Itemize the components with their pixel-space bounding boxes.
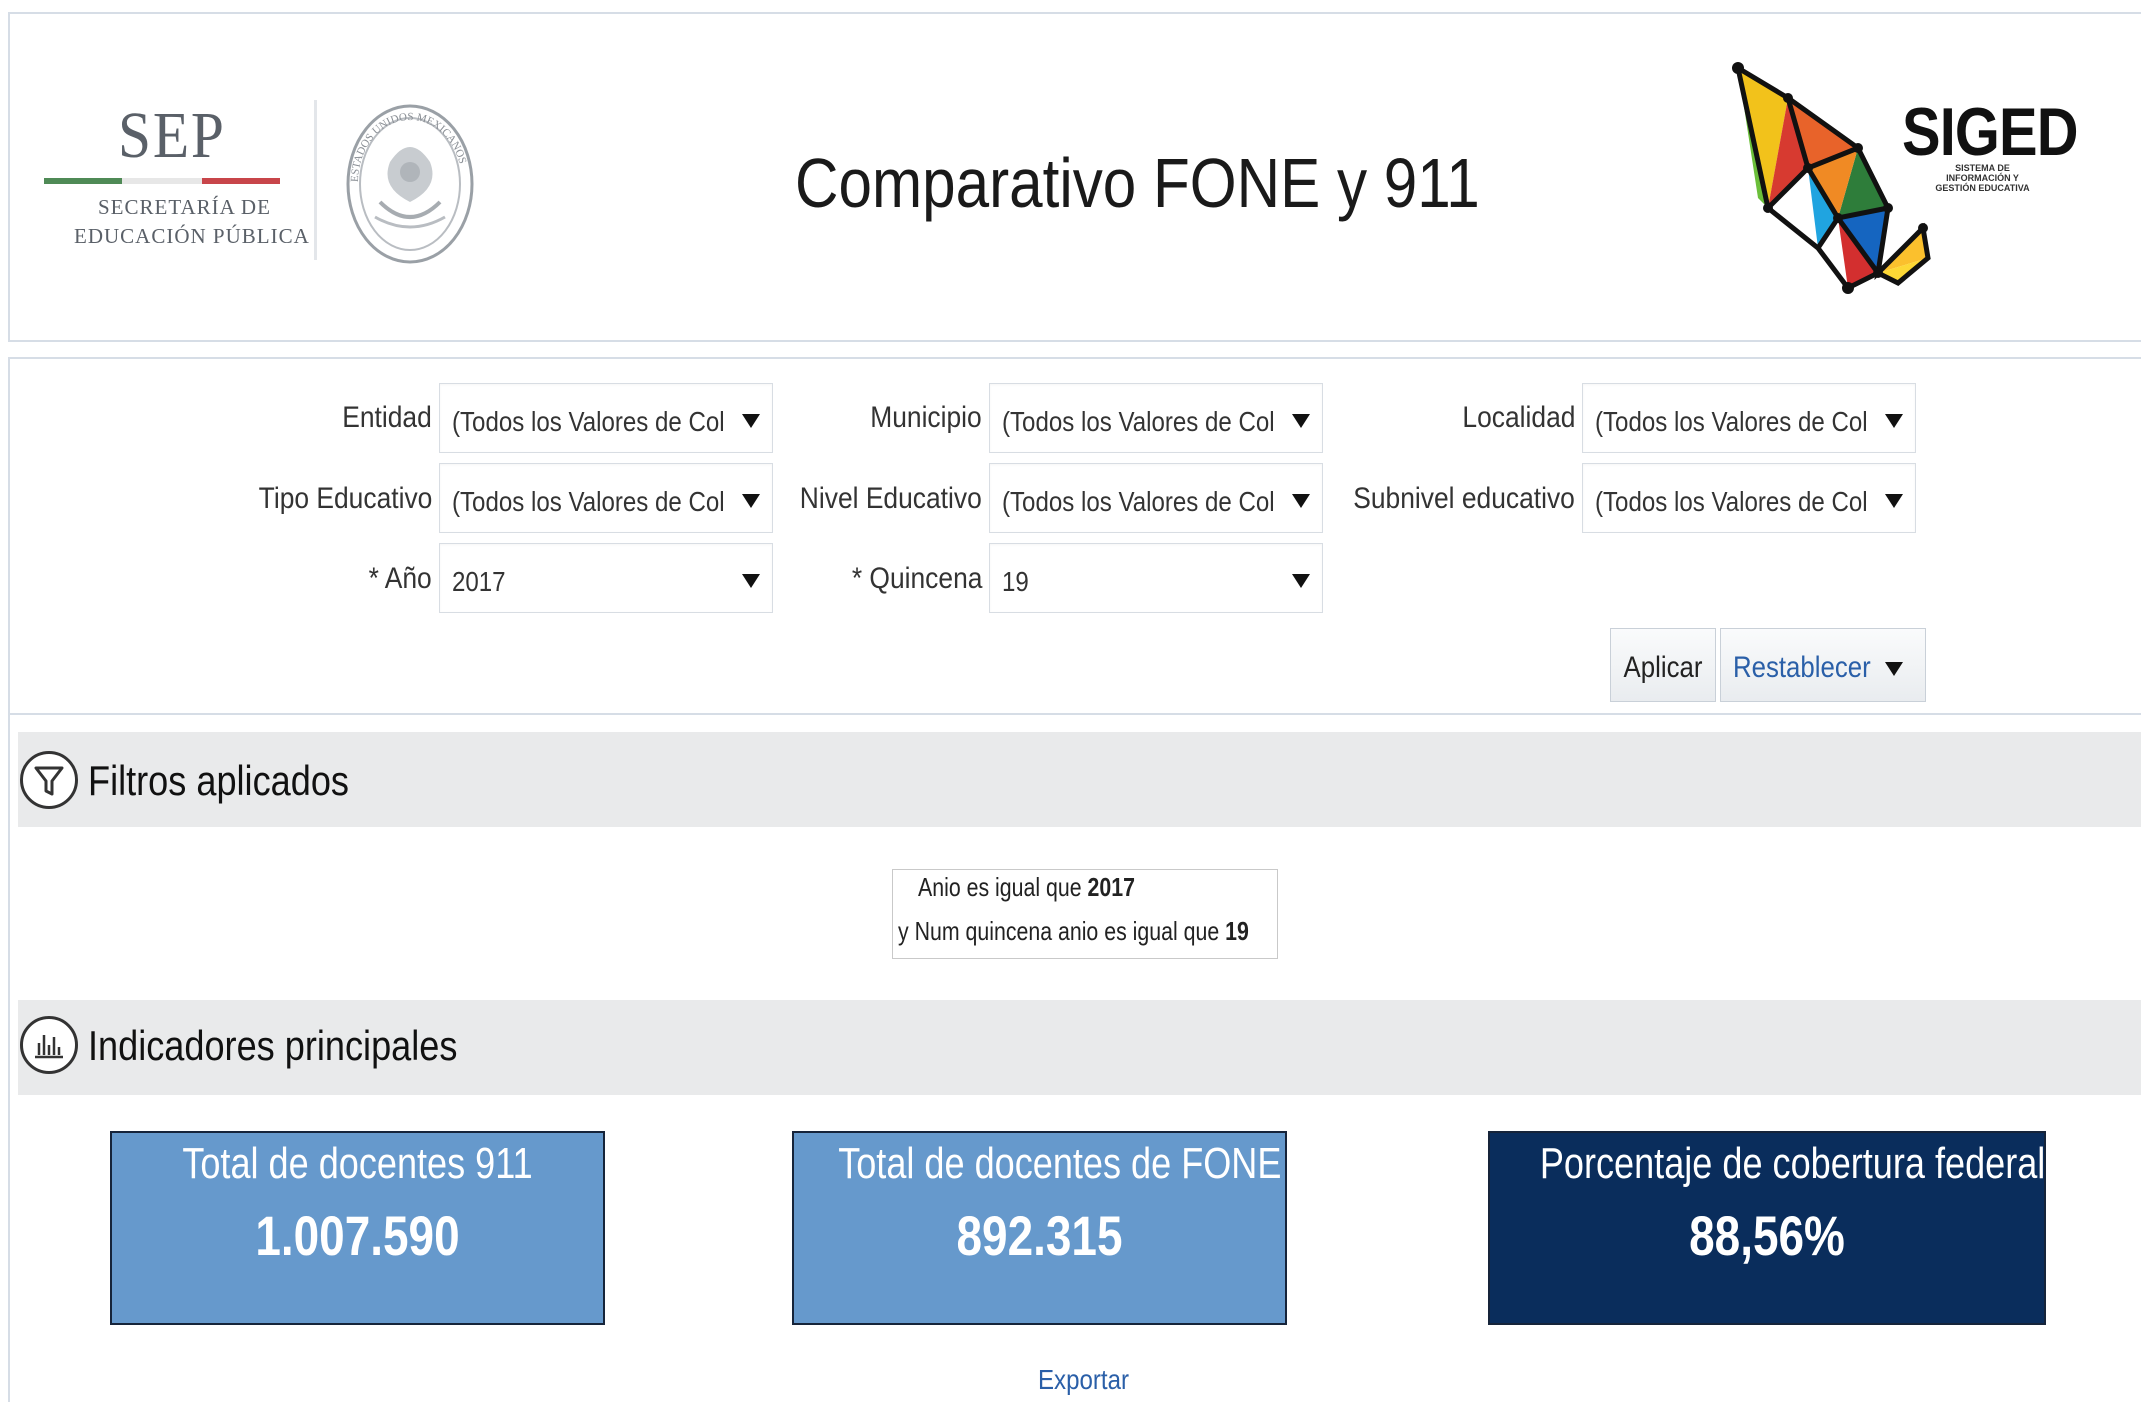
reset-button-label: Restablecer xyxy=(1733,651,1871,684)
tipo-educativo-value: (Todos los Valores de Col xyxy=(452,486,725,517)
chevron-down-icon xyxy=(1885,414,1903,428)
municipio-select[interactable]: (Todos los Valores de Col xyxy=(989,383,1323,453)
municipio-label: Municipio xyxy=(870,401,982,434)
anio-label: * Año xyxy=(368,562,432,595)
sep-logo-line2: EDUCACIÓN PÚBLICA xyxy=(74,224,310,248)
apply-button-label: Aplicar xyxy=(1623,651,1703,684)
entidad-value: (Todos los Valores de Col xyxy=(452,406,725,437)
apply-button[interactable]: Aplicar xyxy=(1610,628,1716,702)
kpi-value: 88,56% xyxy=(1689,1204,1845,1267)
kpi-value: 892.315 xyxy=(956,1204,1123,1267)
logo-divider xyxy=(314,100,317,260)
chevron-down-icon xyxy=(1292,574,1310,588)
chevron-down-icon xyxy=(1292,494,1310,508)
quincena-value: 19 xyxy=(1002,566,1029,597)
anio-value: 2017 xyxy=(452,566,506,597)
siged-brand-subtitle: SISTEMA DE INFORMACIÓN Y GESTIÓN EDUCATI… xyxy=(1935,163,2030,193)
subnivel-educativo-label: Subnivel educativo xyxy=(1353,482,1575,515)
kpi-value: 1.007.590 xyxy=(255,1204,460,1267)
page-title: Comparativo FONE y 911 xyxy=(795,144,1480,222)
nivel-educativo-label: Nivel Educativo xyxy=(800,482,982,515)
indicators-title: Indicadores principales xyxy=(88,1022,458,1069)
kpi-tile-docentes-fone: Total de docentes de FONE 892.315 xyxy=(792,1131,1287,1325)
kpi-title: Total de docentes de FONE xyxy=(838,1139,1282,1188)
kpi-title: Total de docentes 911 xyxy=(182,1139,533,1188)
municipio-value: (Todos los Valores de Col xyxy=(1002,406,1275,437)
filter-icon xyxy=(20,751,78,809)
nivel-educativo-select[interactable]: (Todos los Valores de Col xyxy=(989,463,1323,533)
export-link[interactable]: Exportar xyxy=(1038,1364,1129,1396)
nivel-educativo-value: (Todos los Valores de Col xyxy=(1002,486,1275,517)
sep-logo-line1: SECRETARÍA DE xyxy=(98,195,271,219)
tipo-educativo-select[interactable]: (Todos los Valores de Col xyxy=(439,463,773,533)
subnivel-educativo-value: (Todos los Valores de Col xyxy=(1595,486,1868,517)
chevron-down-icon xyxy=(1885,662,1903,676)
kpi-tile-docentes-911: Total de docentes 911 1.007.590 xyxy=(110,1131,605,1325)
chevron-down-icon xyxy=(742,574,760,588)
tipo-educativo-label: Tipo Educativo xyxy=(258,482,432,515)
anio-select[interactable]: 2017 xyxy=(439,543,773,613)
siged-brand-text: SIGED xyxy=(1902,94,2078,170)
bar-chart-icon xyxy=(20,1016,78,1074)
reset-button[interactable]: Restablecer xyxy=(1720,628,1926,702)
localidad-label: Localidad xyxy=(1461,401,1575,434)
localidad-select[interactable]: (Todos los Valores de Col xyxy=(1582,383,1916,453)
applied-filters-title: Filtros aplicados xyxy=(88,757,349,804)
chevron-down-icon xyxy=(742,494,760,508)
kpi-tile-cobertura-federal: Porcentaje de cobertura federal 88,56% xyxy=(1488,1131,2046,1325)
national-seal-icon: ESTADOS UNIDOS MEXICANOS xyxy=(346,104,474,264)
chevron-down-icon xyxy=(742,414,760,428)
quincena-label: * Quincena xyxy=(851,562,982,595)
applied-filter-quincena: y Num quincena anio es igual que 19 xyxy=(898,916,1249,946)
kpi-title: Porcentaje de cobertura federal xyxy=(1539,1139,2046,1188)
localidad-value: (Todos los Valores de Col xyxy=(1595,406,1868,437)
chevron-down-icon xyxy=(1292,414,1310,428)
quincena-select[interactable]: 19 xyxy=(989,543,1323,613)
sep-logo-stripe xyxy=(44,178,280,184)
subnivel-educativo-select[interactable]: (Todos los Valores de Col xyxy=(1582,463,1916,533)
entidad-label: Entidad xyxy=(342,401,432,434)
applied-filter-anio: Anio es igual que 2017 xyxy=(918,872,1135,902)
content-left-border xyxy=(8,715,10,1402)
sep-logo-text: SEP xyxy=(118,99,226,172)
entidad-select[interactable]: (Todos los Valores de Col xyxy=(439,383,773,453)
chevron-down-icon xyxy=(1885,494,1903,508)
